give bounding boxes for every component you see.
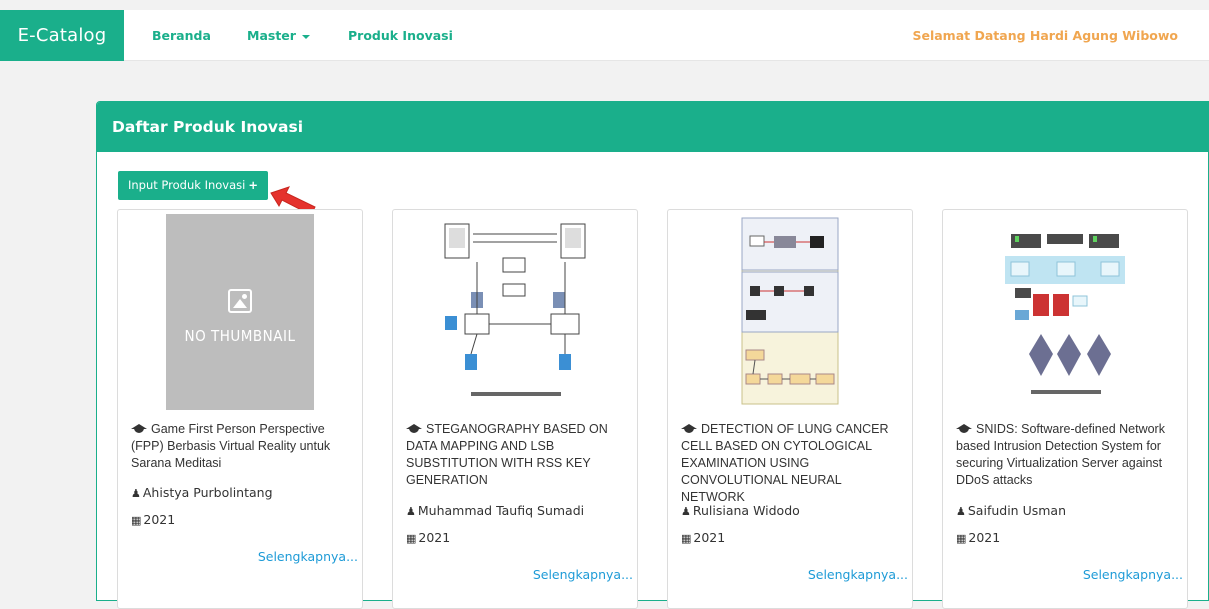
nav-beranda[interactable]: Beranda bbox=[152, 10, 211, 61]
panel-title: Daftar Produk Inovasi bbox=[97, 102, 1208, 152]
product-title-text: DETECTION OF LUNG CANCER CELL BASED ON C… bbox=[681, 422, 889, 504]
author-name: Muhammad Taufiq Sumadi bbox=[417, 503, 585, 518]
product-title: DETECTION OF LUNG CANCER CELL BASED ON C… bbox=[681, 421, 906, 506]
nav-master-dropdown[interactable]: Master bbox=[247, 10, 310, 61]
product-author: ♟ Muhammad Taufiq Sumadi bbox=[406, 503, 584, 518]
product-title: Game First Person Perspective (FPP) Berb… bbox=[131, 421, 356, 472]
welcome-text: Selamat Datang Hardi Agung Wibowo bbox=[912, 28, 1178, 43]
product-year: ▦ 2021 bbox=[131, 512, 175, 527]
product-card: NO THUMBNAIL Game First Person Perspecti… bbox=[117, 209, 363, 609]
image-placeholder-icon bbox=[228, 289, 252, 313]
product-title-text: STEGANOGRAPHY BASED ON DATA MAPPING AND … bbox=[406, 422, 608, 487]
input-produk-button[interactable]: Input Produk Inovasi + bbox=[118, 171, 268, 200]
product-author: ♟ Ahistya Purbolintang bbox=[131, 485, 273, 500]
product-author: ♟ Saifudin Usman bbox=[956, 503, 1066, 518]
calendar-icon: ▦ bbox=[406, 532, 417, 545]
author-name: Ahistya Purbolintang bbox=[142, 485, 273, 500]
year-text: 2021 bbox=[143, 512, 176, 527]
product-title-text: SNIDS: Software-defined Network based In… bbox=[956, 422, 1165, 487]
year-text: 2021 bbox=[418, 530, 451, 545]
selengkapnya-link[interactable]: Selengkapnya... bbox=[258, 549, 358, 564]
product-year: ▦ 2021 bbox=[956, 530, 1000, 545]
no-thumbnail-label: NO THUMBNAIL bbox=[184, 327, 296, 345]
no-thumbnail-image[interactable]: NO THUMBNAIL bbox=[166, 214, 314, 410]
product-title: SNIDS: Software-defined Network based In… bbox=[956, 421, 1181, 489]
snids-diagram-thumbnail[interactable] bbox=[991, 214, 1139, 410]
navbar: E-Catalog Beranda Master Produk Inovasi … bbox=[0, 10, 1209, 61]
selengkapnya-link[interactable]: Selengkapnya... bbox=[808, 567, 908, 582]
product-author: ♟ Rulisiana Widodo bbox=[681, 503, 800, 518]
selengkapnya-link[interactable]: Selengkapnya... bbox=[533, 567, 633, 582]
calendar-icon: ▦ bbox=[956, 532, 967, 545]
author-name: Rulisiana Widodo bbox=[692, 503, 800, 518]
calendar-icon: ▦ bbox=[131, 514, 142, 527]
plus-icon: + bbox=[248, 178, 258, 192]
product-card: SNIDS: Software-defined Network based In… bbox=[942, 209, 1188, 609]
steganography-diagram-thumbnail[interactable] bbox=[441, 214, 589, 410]
nav-master-label: Master bbox=[247, 28, 296, 43]
caret-down-icon bbox=[301, 34, 310, 39]
graduation-cap-icon bbox=[681, 424, 697, 434]
user-icon: ♟ bbox=[956, 505, 966, 518]
graduation-cap-icon bbox=[956, 424, 972, 434]
product-title: STEGANOGRAPHY BASED ON DATA MAPPING AND … bbox=[406, 421, 631, 489]
product-card: DETECTION OF LUNG CANCER CELL BASED ON C… bbox=[667, 209, 913, 609]
year-text: 2021 bbox=[693, 530, 726, 545]
user-icon: ♟ bbox=[406, 505, 416, 518]
year-text: 2021 bbox=[968, 530, 1001, 545]
calendar-icon: ▦ bbox=[681, 532, 692, 545]
product-year: ▦ 2021 bbox=[681, 530, 725, 545]
input-produk-label: Input Produk Inovasi bbox=[128, 178, 246, 192]
lung-cancer-diagram-thumbnail[interactable] bbox=[716, 214, 864, 410]
author-name: Saifudin Usman bbox=[967, 503, 1066, 518]
top-strip bbox=[0, 0, 1209, 10]
product-title-text: Game First Person Perspective (FPP) Berb… bbox=[131, 422, 331, 470]
product-card: STEGANOGRAPHY BASED ON DATA MAPPING AND … bbox=[392, 209, 638, 609]
brand-logo[interactable]: E-Catalog bbox=[0, 10, 124, 61]
graduation-cap-icon bbox=[406, 424, 422, 434]
user-icon: ♟ bbox=[131, 487, 141, 500]
selengkapnya-link[interactable]: Selengkapnya... bbox=[1083, 567, 1183, 582]
nav-produk-inovasi[interactable]: Produk Inovasi bbox=[348, 10, 453, 61]
graduation-cap-icon bbox=[131, 424, 147, 434]
user-icon: ♟ bbox=[681, 505, 691, 518]
product-year: ▦ 2021 bbox=[406, 530, 450, 545]
